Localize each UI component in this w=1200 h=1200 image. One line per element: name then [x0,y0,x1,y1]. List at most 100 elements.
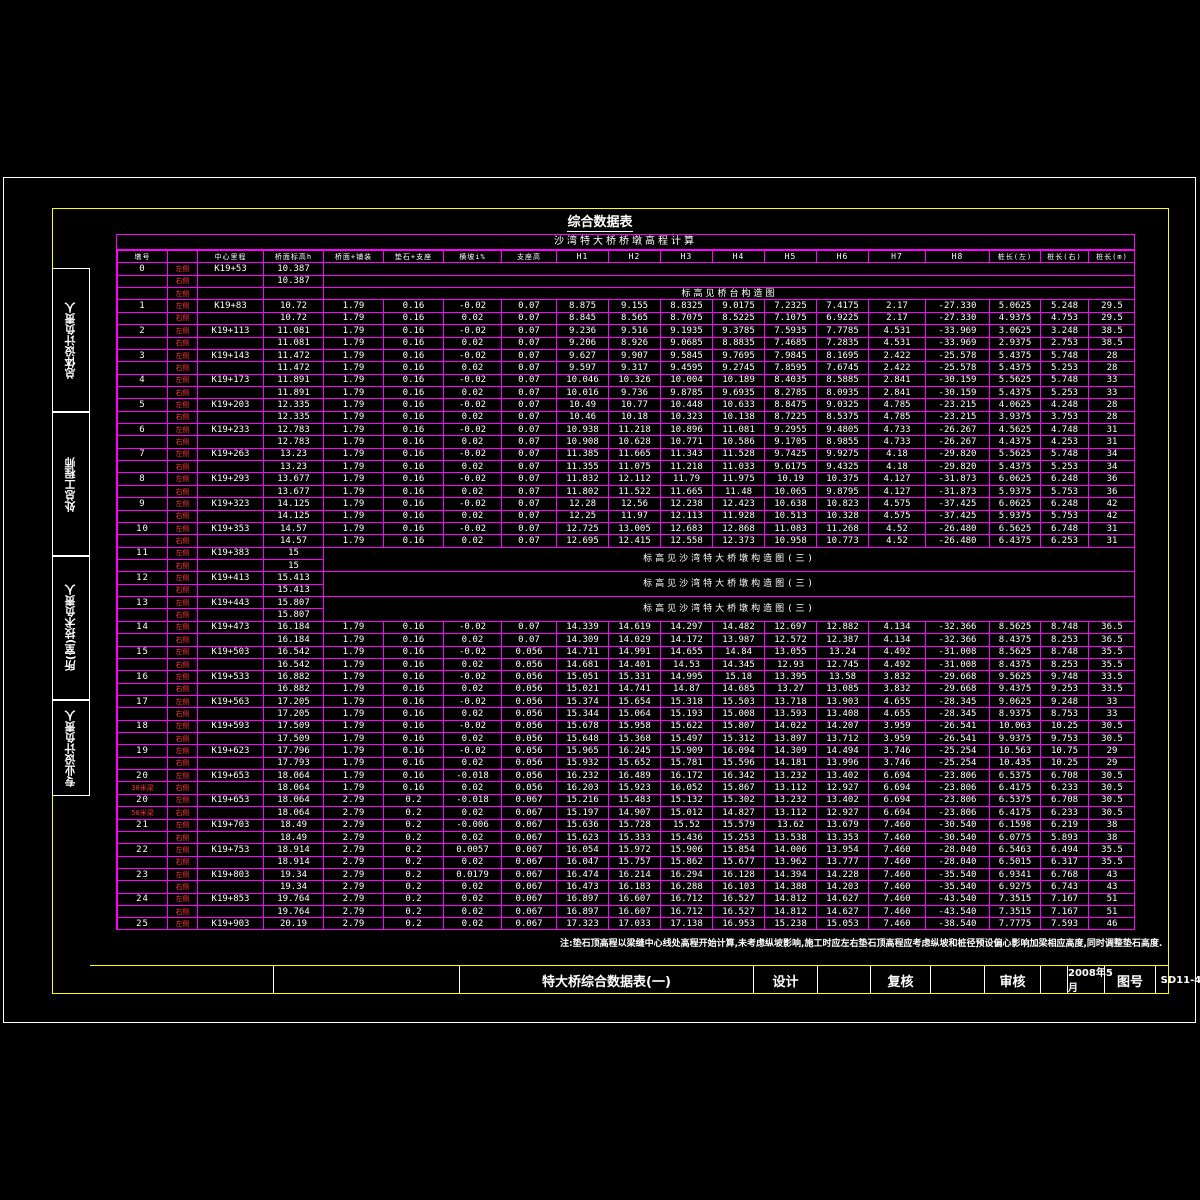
value-cell: 19.34 [263,880,324,894]
value-cell: 15.368 [608,732,661,746]
value-cell: 0.2 [383,830,444,845]
value-cell: 0.07 [501,348,557,363]
table-cell [117,361,168,375]
value-cell: 0.2 [383,806,444,820]
table-cell [117,311,168,326]
value-cell: 6.253 [1040,534,1089,548]
chainage-cell: K19+593 [197,719,264,734]
value-cell: 16.607 [608,905,661,919]
value-cell: 7.460 [868,855,926,869]
value-cell: -0.02 [443,447,502,462]
table-row: 10 左侧 K19+353 14.57 1.79 0.16 -0.02 0.07 12.725 1… [117,521,1134,536]
pier-number: 3 [117,348,168,363]
value-cell: 28 [1088,361,1134,375]
table-body: 0 左侧 K19+53 10.387 右侧 10.387 左侧 标高见桥台构造图 1 左侧 K19+… [117,262,1134,929]
value-cell: 12.415 [608,534,661,548]
side-right-label: 右侧 [167,385,198,400]
table-cell [117,435,168,449]
chainage-cell: K19+803 [197,867,264,882]
value-cell: 10.18 [608,410,661,425]
value-cell: 16.712 [660,905,713,919]
value-cell: 6.317 [1040,855,1089,869]
value-cell: 1.79 [323,521,384,536]
value-cell: 2.79 [323,806,384,820]
value-cell: 11.665 [608,447,661,462]
table-cell [323,262,1134,276]
table-row: 右侧 17.793 1.79 0.16 0.02 0.056 15.932 15.652 15.… [117,756,1134,771]
value-cell: 0.07 [501,633,557,647]
value-cell: 15.909 [660,744,713,758]
value-cell: -37.425 [925,497,990,511]
side-right-label: 右侧 [167,336,198,350]
value-cell: 12.423 [712,497,765,511]
value-cell: 43 [1088,867,1134,882]
value-cell: 1.79 [323,423,384,437]
value-cell: 0.02 [443,361,502,375]
value-cell: 15.483 [608,793,661,808]
pier-number: 16 [117,670,168,684]
value-cell: 13.24 [816,645,869,659]
table-cell [117,756,168,771]
value-cell: 38 [1088,818,1134,832]
value-cell: 14.681 [556,657,609,672]
value-cell: 9.0175 [712,299,765,313]
value-cell: -25.578 [925,361,990,375]
value-cell: -35.540 [925,880,990,894]
value-cell: 15.193 [660,707,713,721]
value-cell: 30.5 [1088,732,1134,746]
value-cell: 9.1935 [660,324,713,338]
table-row: 右侧 14.57 1.79 0.16 0.02 0.07 12.695 12.415 12.55… [117,534,1134,548]
value-cell: 9.0625 [989,694,1041,709]
value-cell: 15.807 [712,719,765,734]
value-cell: 8.9855 [816,435,869,449]
value-cell: 19.764 [263,905,324,919]
side-label-text: 处总工程师 [64,456,77,512]
value-cell: 0.16 [383,645,444,659]
page-title: 综合数据表 [0,211,1200,232]
value-cell: 9.516 [608,324,661,338]
value-cell: 15.497 [660,732,713,746]
value-cell: 14.711 [556,645,609,659]
value-cell: 2.79 [323,793,384,808]
table-caption: 沙湾特大桥桥墩高程计算 [117,235,1134,250]
side-label-text: 总体设计负责人 [64,301,77,379]
value-cell: 1.79 [323,645,384,659]
value-cell: 12.695 [556,534,609,548]
chainage-cell: K19+143 [197,348,264,363]
value-cell: 11.48 [712,484,765,499]
value-cell: 0.02 [443,855,502,869]
table-cell [117,336,168,350]
value-cell: 5.748 [1040,447,1089,462]
table-cell [117,608,168,622]
value-cell: 6.5015 [989,855,1041,869]
value-cell: 0.02 [443,534,502,548]
value-cell: 11.975 [712,472,765,486]
value-cell: 29.5 [1088,299,1134,313]
value-cell: 0.07 [501,460,557,474]
value-cell: 0.067 [501,855,557,869]
table-cell [197,274,264,289]
value-cell: 42 [1088,497,1134,511]
value-cell: 4.655 [868,694,926,709]
chainage-cell: K19+113 [197,324,264,338]
value-cell: 15.333 [608,830,661,845]
value-cell: 11.802 [556,484,609,499]
header-cell: 桩长(右) [1040,249,1089,264]
header-cell: 桥面标高h [263,249,324,264]
value-cell: 16.214 [608,867,661,882]
pier-number: 12 [117,571,168,585]
value-cell: 1.79 [323,336,384,350]
value-cell: 16.184 [263,620,324,635]
value-cell: 11.218 [608,423,661,437]
value-cell: 7.7775 [989,917,1041,929]
value-cell: 12.335 [263,410,324,425]
value-cell: 15.623 [556,830,609,845]
value-cell: 0.2 [383,905,444,919]
value-cell: 0.07 [501,311,557,326]
value-cell: 15.867 [712,781,765,795]
value-cell: 0.07 [501,509,557,523]
value-cell: 17.205 [263,694,324,709]
table-cell [197,880,264,894]
value-cell: 8.5625 [989,645,1041,659]
side-left-label: 左侧 [167,497,198,511]
